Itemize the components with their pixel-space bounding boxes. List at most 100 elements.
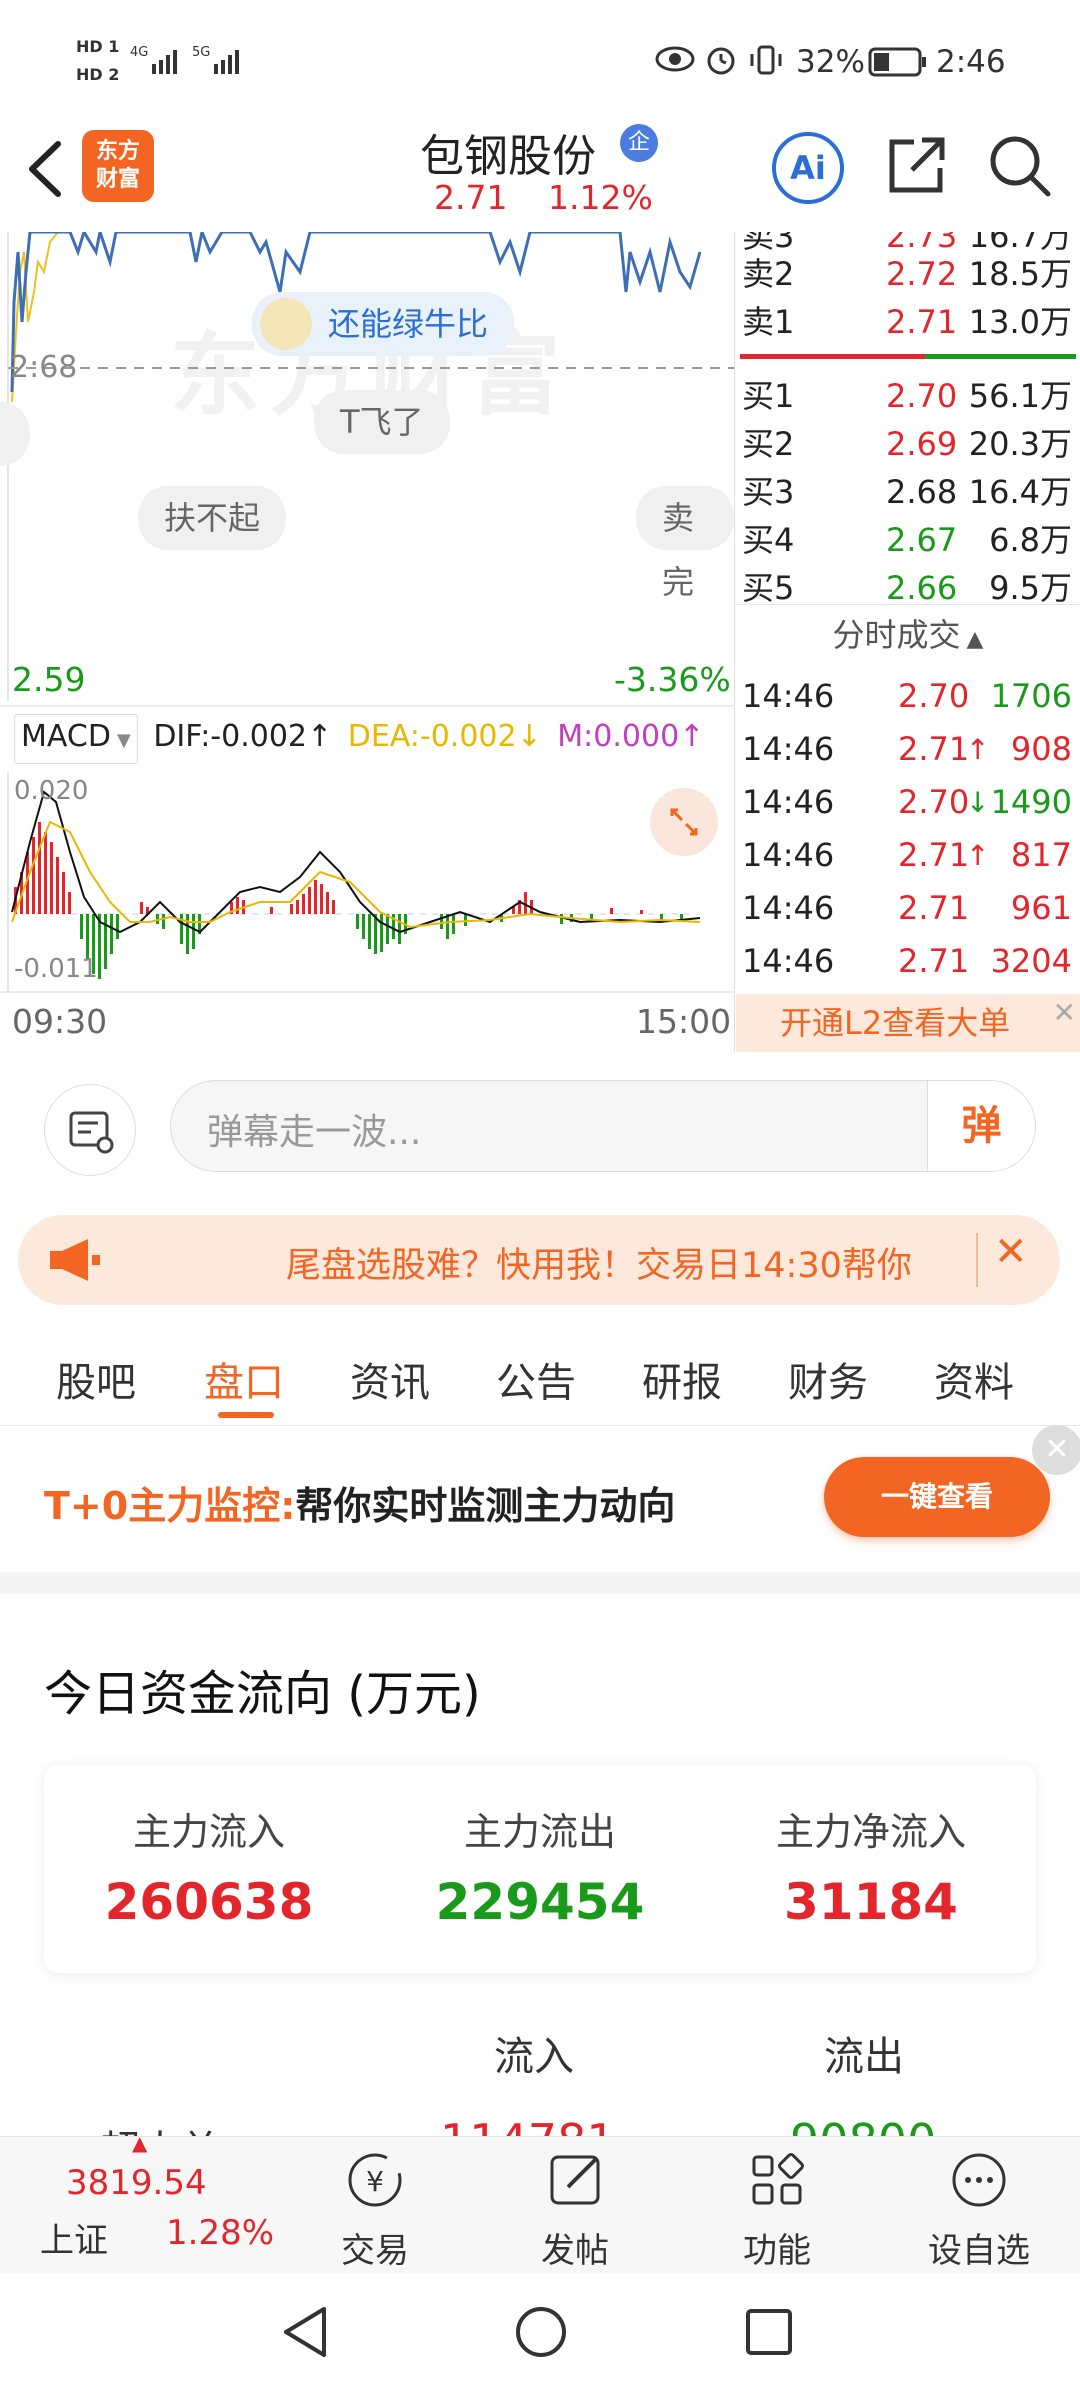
order-book: 卖3 2.73 16.7万 卖2 2.72 18.5万 卖1 2.71 13.0万 买1 2.… [736, 232, 1080, 1052]
share-icon[interactable] [884, 132, 950, 202]
nav-label: 设自选 [928, 2231, 1030, 2271]
bid-ask-ratio-bar [740, 354, 1076, 359]
divider [976, 1233, 978, 1287]
sim1-label: HD 1 [76, 37, 120, 56]
nav-functions[interactable]: 功能 [712, 2147, 842, 2272]
dea-value: DEA:-0.002 [347, 719, 517, 754]
ad-banner[interactable]: T+0主力监控:帮你实时监测主力动向 一键查看 ✕ [0, 1425, 1080, 1572]
tab-4[interactable]: 研报 [642, 1350, 722, 1408]
trade-volume: 908 [1010, 730, 1072, 768]
active-tab-indicator [218, 1412, 274, 1418]
trade-arrow-icon: ↑ [966, 733, 990, 766]
sim2-label: HD 2 [76, 65, 120, 84]
danmu-bubble[interactable]: 扶不起 [138, 486, 287, 550]
bid-label: 买1 [742, 377, 795, 415]
trade-row: 14:46 2.70 1706 [736, 670, 1080, 723]
low-pct-label: -3.36% [614, 660, 731, 699]
battery-percent: 32% [796, 44, 865, 80]
nav-post[interactable]: 发帖 [510, 2147, 640, 2272]
svg-text:¥: ¥ [366, 2165, 384, 2198]
bid-price: 2.69 [886, 425, 958, 463]
bid-row[interactable]: 买4 2.67 6.8万 [736, 516, 1080, 564]
bid-volume: 16.4万 [968, 473, 1072, 511]
yen-icon: ¥ [348, 2153, 402, 2207]
bid-price: 2.67 [886, 521, 958, 559]
grid-icon [752, 2153, 804, 2205]
index-name: 上证 [40, 2221, 108, 2261]
ask-row[interactable]: 卖2 2.72 18.5万 [736, 250, 1080, 298]
danmu-settings-icon[interactable] [44, 1084, 136, 1176]
danmu-bubble[interactable]: 卖完 [636, 486, 734, 601]
trade-time: 14:46 [742, 677, 835, 715]
ask-row[interactable]: 卖1 2.71 13.0万 [736, 298, 1080, 346]
danmu-bubble[interactable]: 还能绿牛比 [252, 292, 515, 356]
bottom-nav: ▲ 3819.54 上证 1.28% ¥ 交易 发帖 功能 设自选 [0, 2131, 1080, 2274]
system-nav [0, 2273, 1080, 2388]
ask-volume: 18.5万 [968, 255, 1072, 293]
sim-indicator: HD 1 HD 2 [76, 38, 119, 84]
reference-price-label: 2:68 [10, 350, 78, 385]
time-end: 15:00 [636, 1002, 732, 1041]
danmu-bubble[interactable]: T飞了 [314, 390, 450, 454]
trade-price: 2.71 [898, 836, 970, 874]
promo-banner[interactable]: 尾盘选股难？快用我！交易日14:30帮你 ✕ [18, 1215, 1060, 1305]
tab-0[interactable]: 股吧 [56, 1350, 136, 1408]
trade-price: 2.71 [898, 730, 970, 768]
alarm-icon [703, 42, 739, 82]
expand-icon[interactable] [650, 788, 718, 856]
trade-volume: 817 [1010, 836, 1072, 874]
intraday-chart[interactable]: 东方财富 2:68 还能绿牛比 T飞了 扶不起 卖完 2.59 -3.36% M… [0, 232, 735, 1052]
ad-body: 帮你实时监测主力动向 [295, 1484, 676, 1528]
close-icon[interactable]: ✕ [994, 1229, 1028, 1275]
recents-nav-icon[interactable] [744, 2307, 794, 2361]
tab-5[interactable]: 财务 [788, 1350, 868, 1408]
macd-bottom-label: -0.011 [14, 954, 98, 984]
l2-upgrade-banner[interactable]: 开通L2查看大单 ✕ [736, 994, 1080, 1052]
home-nav-icon[interactable] [514, 2305, 568, 2363]
bid-row[interactable]: 买1 2.70 56.1万 [736, 372, 1080, 420]
trade-price: 2.70 [898, 783, 970, 821]
bid-row[interactable]: 买3 2.68 16.4万 [736, 468, 1080, 516]
danmu-send-button[interactable]: 弹 [927, 1081, 1035, 1171]
ai-button[interactable]: Ai [772, 132, 844, 204]
flow-label: 主力净流入 [775, 1810, 966, 1854]
trade-row: 14:46 2.70 ↓ 1490 [736, 776, 1080, 829]
trade-time: 14:46 [742, 889, 835, 927]
ask-price: 2.71 [886, 303, 958, 341]
close-icon[interactable]: ✕ [1032, 1425, 1080, 1475]
more-icon [952, 2153, 1006, 2207]
nav-add-watchlist[interactable]: 设自选 [914, 2147, 1044, 2272]
clock: 2:46 [936, 44, 1006, 80]
tab-2[interactable]: 资讯 [350, 1350, 430, 1408]
trade-row: 14:46 2.71 ↑ 908 [736, 723, 1080, 776]
fund-flow-card: 主力流入 260638 主力流出 229454 主力净流入 31184 [44, 1765, 1036, 1973]
close-icon[interactable]: ✕ [1053, 984, 1076, 1042]
svg-text:4G: 4G [130, 45, 148, 60]
macd-top-label: 0.020 [14, 776, 89, 806]
col-out-header: 流出 [824, 2034, 904, 2080]
trades-title[interactable]: 分时成交 ▲ [736, 610, 1080, 656]
back-nav-icon[interactable] [280, 2305, 330, 2363]
flow-value: 31184 [784, 1873, 958, 1931]
ad-view-button[interactable]: 一键查看 [824, 1457, 1050, 1537]
m-value: M:0.000 [557, 719, 680, 754]
bid-row[interactable]: 买2 2.69 20.3万 [736, 420, 1080, 468]
tab-1[interactable]: 盘口 [204, 1350, 284, 1408]
tab-6[interactable]: 资料 [934, 1350, 1014, 1408]
trade-row: 14:46 2.71 ↑ 817 [736, 829, 1080, 882]
bubble-text: 还能绿牛比 [328, 305, 489, 343]
divider [736, 604, 1080, 605]
indicator-select[interactable]: MACD ▼ [14, 714, 138, 764]
index-ticker[interactable]: ▲ 3819.54 上证 1.28% [0, 2131, 290, 2274]
flow-label: 主力流入 [132, 1810, 285, 1854]
danmu-input[interactable]: 弹幕走一波... 弹 [170, 1080, 1036, 1172]
app-logo: 东方 财富 [82, 130, 154, 202]
status-bar: HD 1 HD 2 4G 5G 32% 2:46 [0, 0, 1080, 120]
signal-icon: 4G 5G [130, 42, 250, 82]
macd-header: MACD ▼ DIF:-0.002↑ DEA:-0.002↓ M:0.000↑ [14, 714, 704, 764]
tab-3[interactable]: 公告 [496, 1350, 576, 1408]
index-pct: 1.28% [166, 2213, 275, 2253]
search-icon[interactable] [986, 132, 1052, 202]
back-icon[interactable] [20, 134, 70, 204]
nav-trade[interactable]: ¥ 交易 [310, 2147, 440, 2272]
